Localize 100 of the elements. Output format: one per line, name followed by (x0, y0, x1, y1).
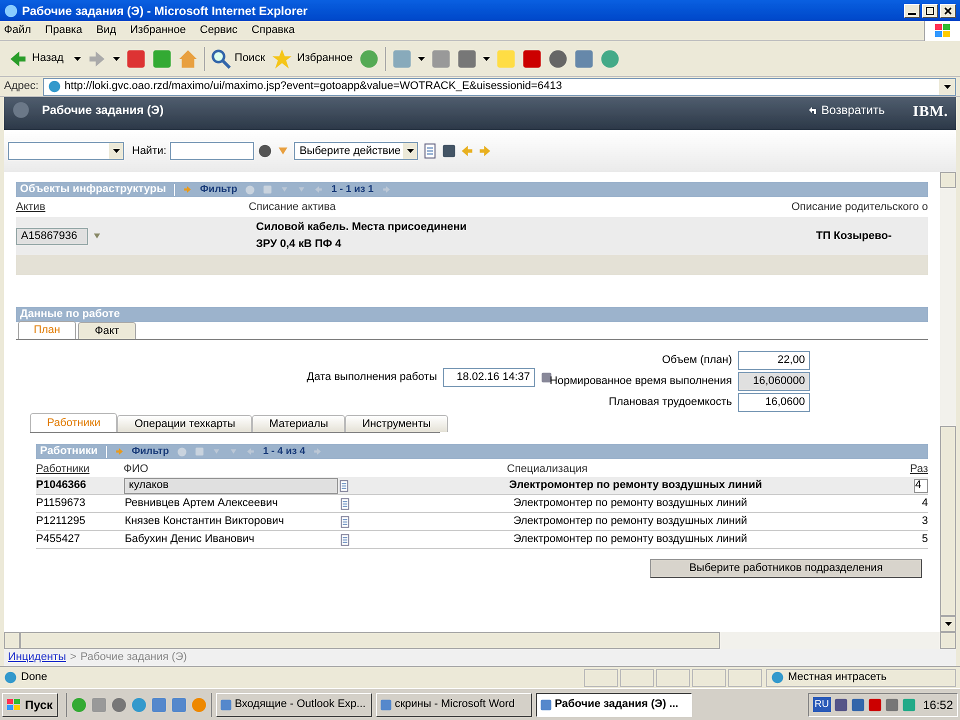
previous-icon[interactable] (246, 447, 255, 456)
start-button[interactable]: Пуск (2, 692, 58, 716)
maximize-button[interactable] (922, 4, 938, 18)
asset-field[interactable]: A15867936 (16, 228, 88, 244)
details-icon[interactable] (338, 516, 351, 528)
table-cell-text: Электромонтер по ремонту воздушных линий (509, 478, 763, 494)
tab[interactable]: Факт (78, 322, 136, 339)
search-icon[interactable] (210, 48, 231, 68)
address-label: Адрес: (4, 79, 39, 94)
up-arrow-icon[interactable] (212, 447, 221, 456)
caret-icon[interactable] (418, 56, 425, 60)
down-arrow-icon[interactable] (297, 185, 306, 194)
column-header[interactable]: Актив (16, 198, 249, 215)
scroll-thumb[interactable] (940, 426, 956, 616)
details-icon[interactable] (338, 480, 350, 492)
up-arrow-icon[interactable] (280, 185, 290, 194)
tab[interactable]: Операции техкарты (117, 415, 252, 432)
next-icon[interactable] (382, 185, 391, 194)
tab[interactable]: Материалы (252, 415, 346, 432)
field-label: Объем (план) (662, 353, 732, 368)
taskbar-button[interactable]: скрины - Microsoft Word (376, 692, 532, 716)
scroll-left-button[interactable] (4, 632, 20, 649)
return-link[interactable]: Возвратить (808, 101, 885, 119)
back-button[interactable]: Назад (4, 48, 68, 68)
new-record-icon[interactable] (422, 143, 438, 159)
status-pane (692, 668, 726, 686)
input-field[interactable]: 22,00 (738, 351, 810, 370)
input-field[interactable]: 16,0600 (738, 393, 810, 412)
caret-icon[interactable] (944, 622, 952, 626)
menu-item[interactable]: Справка (252, 22, 295, 39)
filter-link[interactable]: Фильтр (200, 182, 238, 197)
minimize-button[interactable] (904, 4, 920, 18)
address-field[interactable]: http://loki.gvc.oao.rzd/maximo/ui/maximo.jsp?event=gotoapp&value=WOTRACK_E&uisessionid=6413 (42, 78, 956, 96)
table-cell-text: P1159673 (36, 496, 86, 512)
caret-icon[interactable] (482, 56, 490, 60)
input-field[interactable]: 4 (914, 478, 928, 492)
column-header: Специализация (506, 462, 589, 476)
next-arrow-icon[interactable] (478, 144, 492, 158)
tray-icon[interactable] (868, 698, 882, 712)
filter-link[interactable]: Фильтр (132, 444, 169, 459)
caret-icon[interactable] (74, 56, 81, 60)
menu-item[interactable]: Сервис (200, 22, 238, 39)
app-title: Рабочие задания (Э) (42, 102, 164, 119)
table-row[interactable]: P455427 Бабухин Денис Иванович Электромонтер по ремонту воздушных линий 5 (36, 531, 928, 549)
find-field[interactable] (170, 142, 254, 160)
favorites-button[interactable]: Избранное (271, 48, 353, 70)
back-arrow-icon[interactable] (8, 48, 28, 68)
taskbar-button[interactable]: Входящие - Outlook Exp... (216, 692, 372, 716)
column-header: Списание актива (248, 200, 337, 214)
home-icon[interactable] (178, 48, 198, 68)
section-title: Данные по работе (20, 307, 120, 322)
tray-icon[interactable] (902, 698, 916, 712)
tray-icon[interactable] (850, 698, 865, 712)
table-cell-text: P1211295 (36, 514, 86, 530)
scroll-down-button[interactable] (940, 616, 956, 632)
details-icon[interactable] (338, 498, 351, 510)
horizontal-scrollbar[interactable] (4, 632, 956, 649)
table-cell-text: Электромонтер по ремонту воздушных линий (513, 496, 748, 512)
next-icon[interactable] (313, 447, 322, 456)
previous-icon[interactable] (314, 185, 324, 194)
scroll-up-button[interactable] (940, 172, 956, 188)
column-header[interactable]: Работники (36, 460, 124, 477)
tray-icon[interactable] (834, 698, 848, 712)
caret-icon[interactable] (944, 84, 950, 88)
table-row[interactable]: P1159673 Ревнивцев Артем Алексеевич Электромонтер по ремонту воздушных линий 4 (36, 495, 928, 513)
language-indicator[interactable]: RU (812, 697, 831, 712)
tray-icon[interactable] (884, 698, 899, 712)
field-label: Нормированное время выполнения (550, 374, 732, 390)
name-field[interactable]: кулаков (124, 478, 338, 494)
minimize-icon (908, 12, 916, 14)
taskbar-button[interactable]: Рабочие задания (Э) ... (536, 692, 692, 716)
menu-item[interactable]: Вид (96, 22, 116, 39)
tab[interactable]: Инструменты (345, 415, 448, 432)
vertical-scrollbar[interactable] (940, 172, 956, 632)
input-field[interactable]: 18.02.16 14:37 (443, 368, 535, 387)
table-row[interactable]: P1211295 Князев Константин Викторович Электромонтер по ремонту воздушных линий 3 (36, 513, 928, 531)
table-row[interactable]: P1046366 кулаков Электромонтер по ремонту воздушных линий 4 (36, 477, 928, 495)
scroll-thumb[interactable] (20, 632, 720, 649)
select-workers-button[interactable]: Выберите работников подразделения (650, 559, 922, 578)
section-title: Объекты инфраструктуры (20, 182, 166, 198)
close-button[interactable] (940, 4, 956, 18)
table-cell-text: Князев Константин Викторович (124, 514, 285, 530)
table-cell-text: ТП Козырево- (816, 228, 892, 244)
down-arrow-icon[interactable] (228, 447, 238, 456)
action-select[interactable]: Выберите действие (294, 142, 418, 160)
input-field[interactable]: 16,060000 (738, 372, 810, 391)
select-field[interactable] (8, 142, 124, 160)
details-icon[interactable] (338, 534, 351, 546)
search-button[interactable]: Поиск (210, 48, 266, 68)
breadcrumb-link[interactable]: Инциденты (8, 649, 66, 666)
caret-icon[interactable] (112, 149, 120, 153)
table-cell-text: P1046366 (36, 478, 88, 494)
menu-item[interactable]: Правка (45, 22, 82, 39)
menu-item[interactable]: Избранное (130, 22, 186, 39)
caret-icon[interactable] (112, 56, 120, 60)
column-header[interactable]: Раз (910, 460, 928, 477)
star-icon[interactable] (271, 48, 294, 70)
caret-icon[interactable] (406, 149, 414, 153)
dropdown-button[interactable] (939, 78, 955, 94)
menu-item[interactable]: Файл (4, 22, 32, 39)
